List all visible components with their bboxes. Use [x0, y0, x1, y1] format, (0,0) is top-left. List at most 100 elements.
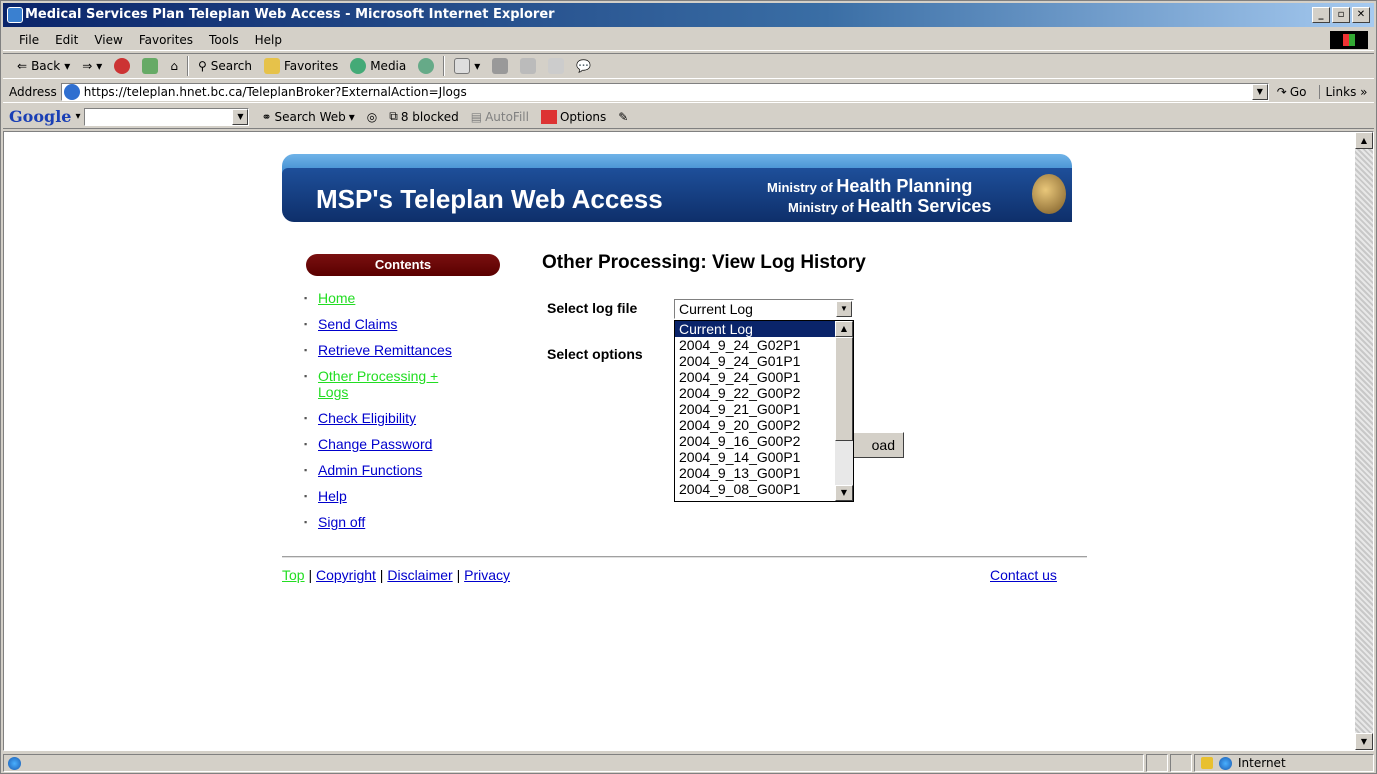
go-button[interactable]: ↷ Go	[1277, 85, 1307, 99]
stop-button[interactable]	[108, 58, 136, 74]
window-title: Medical Services Plan Teleplan Web Acces…	[25, 7, 555, 22]
chevron-down-icon[interactable]: ▾	[75, 111, 80, 122]
banner-title: MSP's Teleplan Web Access	[316, 184, 663, 214]
menu-edit[interactable]: Edit	[47, 33, 86, 47]
menu-tools[interactable]: Tools	[201, 33, 247, 47]
discuss-button[interactable]	[542, 58, 570, 74]
menu-view[interactable]: View	[86, 33, 130, 47]
google-logo[interactable]: Google	[9, 107, 71, 126]
nav-link-admin-functions[interactable]: Admin Functions	[318, 462, 422, 478]
nav-link-home[interactable]: Home	[318, 290, 355, 306]
status-cell	[1170, 754, 1192, 772]
search-icon: ⚲	[197, 59, 207, 73]
refresh-button[interactable]	[136, 58, 164, 74]
history-icon	[418, 58, 435, 74]
nav-link-check-eligibility[interactable]: Check Eligibility	[318, 410, 416, 426]
back-button[interactable]: ⇐ Back ▾	[11, 59, 76, 73]
links-button[interactable]: Links »	[1318, 84, 1367, 99]
highlight-button[interactable]: ✎	[612, 110, 634, 124]
log-option[interactable]: 2004_9_24_G00P1	[675, 369, 835, 385]
options-button[interactable]: Options	[535, 109, 612, 124]
autofill-icon: ▤	[470, 109, 483, 124]
address-label: Address	[9, 84, 57, 99]
log-file-select-value: Current Log	[679, 301, 753, 317]
log-option[interactable]: 2004_9_16_G00P2	[675, 433, 835, 449]
close-button[interactable]: ✕	[1352, 7, 1370, 23]
status-text	[3, 754, 1144, 772]
edit-button[interactable]	[514, 58, 542, 74]
site-banner: MSP's Teleplan Web Access Ministry of He…	[282, 154, 1072, 222]
log-option[interactable]: 2004_9_24_G02P1	[675, 337, 835, 353]
menu-bar: File Edit View Favorites Tools Help	[3, 29, 1374, 51]
menu-favorites[interactable]: Favorites	[131, 33, 201, 47]
popup-blocker-button[interactable]: ⧉ 8 blocked	[383, 109, 464, 124]
forward-button[interactable]: ⇒ ▾	[76, 59, 108, 73]
print-button[interactable]	[486, 58, 514, 74]
scroll-down-icon[interactable]: ▼	[1355, 733, 1373, 750]
log-file-dropdown-button[interactable]: ▼	[836, 301, 852, 317]
log-option[interactable]: 2004_9_08_G00P1	[675, 481, 835, 497]
scroll-up-icon[interactable]: ▲	[1355, 132, 1373, 149]
google-toolbar: Google ▾ ▼ ⚭ Search Web ▾ ◎ ⧉ 8 blocked ▤ Au…	[3, 105, 1374, 129]
page-title: Other Processing: View Log History	[542, 252, 866, 273]
autofill-button[interactable]: ▤ AutoFill	[465, 110, 535, 124]
nav-link-send-claims[interactable]: Send Claims	[318, 316, 397, 332]
home-button[interactable]: ⌂	[164, 59, 184, 73]
scroll-thumb[interactable]	[835, 337, 853, 441]
nav-item-check-eligibility: Check Eligibility	[302, 410, 502, 426]
footer-link-disclaimer[interactable]: Disclaimer	[387, 567, 452, 583]
log-option[interactable]: 2004_9_14_G00P1	[675, 449, 835, 465]
page-icon	[63, 83, 80, 100]
page-scrollbar[interactable]: ▲ ▼	[1355, 132, 1373, 750]
scroll-down-icon[interactable]: ▼	[835, 485, 853, 501]
messenger-button[interactable]: 💬	[570, 59, 597, 73]
footer-link-privacy[interactable]: Privacy	[464, 567, 510, 583]
menu-help[interactable]: Help	[247, 33, 290, 47]
select-options-label: Select options	[547, 346, 643, 362]
log-option[interactable]: 2004_9_13_G00P1	[675, 465, 835, 481]
maximize-button[interactable]: ▫	[1332, 7, 1350, 23]
scroll-up-icon[interactable]: ▲	[835, 321, 853, 337]
lock-icon	[1201, 757, 1213, 769]
popup-blocker-icon: ⧉	[389, 109, 398, 123]
favorites-button[interactable]: Favorites	[258, 58, 344, 74]
address-input[interactable]: https://teleplan.hnet.bc.ca/TeleplanBrok…	[60, 82, 1269, 101]
media-icon	[350, 58, 367, 74]
chevron-down-icon: ▾	[64, 59, 71, 73]
home-icon: ⌂	[170, 59, 178, 73]
google-search-dropdown[interactable]: ▼	[232, 108, 249, 125]
minimize-button[interactable]: _	[1312, 7, 1330, 23]
dropdown-scrollbar[interactable]: ▲ ▼	[835, 321, 853, 501]
footer-divider	[282, 556, 1087, 558]
options-icon	[540, 109, 557, 124]
binoculars-icon: ⚭	[261, 109, 272, 124]
log-option[interactable]: 2004_9_20_G00P2	[675, 417, 835, 433]
footer-link-contact[interactable]: Contact us	[990, 567, 1057, 583]
toolbar-separator	[443, 56, 446, 76]
google-search-input[interactable]: ▼	[84, 107, 250, 126]
media-button[interactable]: Media	[344, 58, 412, 74]
log-option[interactable]: 2004_9_21_G00P1	[675, 401, 835, 417]
footer-link-copyright[interactable]: Copyright	[316, 567, 376, 583]
history-button[interactable]	[412, 58, 440, 74]
nav-link-other-processing[interactable]: Other Processing + Logs	[318, 368, 438, 400]
menu-file[interactable]: File	[11, 33, 47, 47]
status-cell	[1146, 754, 1168, 772]
footer-link-top[interactable]: Top	[282, 567, 305, 583]
address-dropdown-button[interactable]: ▼	[1251, 83, 1268, 100]
log-option[interactable]: Current Log	[675, 321, 835, 337]
log-file-select[interactable]: Current Log ▼	[674, 299, 854, 319]
search-button[interactable]: ⚲ Search	[192, 59, 258, 73]
log-option[interactable]: 2004_9_24_G01P1	[675, 353, 835, 369]
nav-link-retrieve-remittances[interactable]: Retrieve Remittances	[318, 342, 452, 358]
pagerank-button[interactable]: ◎	[361, 110, 383, 124]
nav-item-sign-off: Sign off	[302, 514, 502, 530]
log-option[interactable]: 2004_9_22_G00P2	[675, 385, 835, 401]
title-bar: Medical Services Plan Teleplan Web Acces…	[3, 3, 1374, 27]
search-web-button[interactable]: ⚭ Search Web ▾	[255, 110, 360, 124]
footer-contact: Contact us	[990, 567, 1057, 583]
mail-button[interactable]: ▾	[448, 58, 486, 74]
nav-link-change-password[interactable]: Change Password	[318, 436, 432, 452]
nav-link-help[interactable]: Help	[318, 488, 347, 504]
nav-link-sign-off[interactable]: Sign off	[318, 514, 365, 530]
